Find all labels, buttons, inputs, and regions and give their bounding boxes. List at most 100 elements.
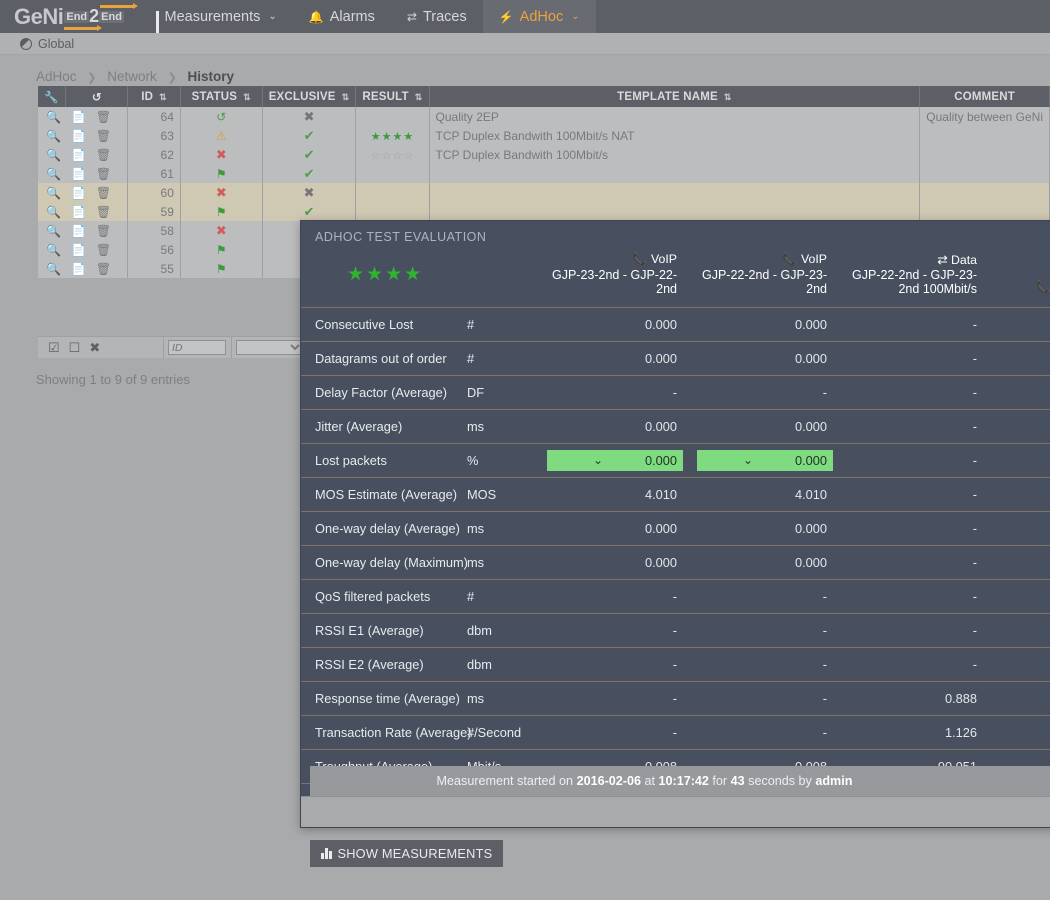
copy-icon[interactable]: 📄 (71, 186, 86, 200)
column-header-exclusive[interactable]: EXCLUSIVE ⇅ (262, 86, 357, 107)
view-icon[interactable]: 🔍 (46, 186, 61, 200)
copy-icon[interactable]: 📄 (71, 224, 86, 238)
metric-value: 0.000 (537, 307, 688, 342)
column-header-tools[interactable]: 🔧 (38, 86, 67, 107)
column-header-comment[interactable]: COMMENT (919, 86, 1050, 107)
metric-value[interactable]: ⌄ 0.000 (687, 443, 838, 478)
nav-item-alarms[interactable]: 🔔 Alarms (293, 0, 391, 33)
row-actions[interactable]: 🔍 📄 🗑 (38, 183, 129, 202)
delete-icon[interactable]: 🗑 (96, 262, 111, 276)
adhoc-test-evaluation-modal: ADHOC TEST EVALUATION ★★★★ 📞 VoIP GJP-23… (300, 220, 1050, 828)
table-entry-count: Showing 1 to 9 of 9 entries (36, 372, 190, 387)
measurement-info-footer: Measurement started on 2016-02-06 at 10:… (310, 766, 1050, 796)
chevron-down-icon[interactable]: ⌄ (743, 453, 753, 467)
deselect-all-icon[interactable]: ☐ (69, 340, 81, 356)
exclusive-check-icon: ✔ (303, 203, 315, 219)
metric-unit: dbm (467, 613, 538, 648)
row-actions[interactable]: 🔍 📄 🗑 (38, 259, 129, 278)
view-icon[interactable]: 🔍 (46, 205, 61, 219)
view-icon[interactable]: 🔍 (46, 129, 61, 143)
delete-icon[interactable]: 🗑 (96, 186, 111, 200)
metric-value (987, 307, 1050, 342)
filter-status-select[interactable] (236, 340, 304, 355)
metric-value-highlighted[interactable]: ⌄ 0.000 (547, 450, 684, 471)
metric-value: - (537, 579, 688, 614)
metric-value: 0.000 (687, 307, 838, 342)
cell-id: 59 (127, 202, 181, 221)
breadcrumb-item-adhoc[interactable]: AdHoc (36, 69, 77, 84)
metric-column-header-1: 📞 VoIP GJP-23-2nd - GJP-22-2nd (537, 244, 688, 308)
metric-column-header-4: 📞 (987, 244, 1050, 308)
column-header-result[interactable]: RESULT ⇅ (355, 86, 430, 107)
app-logo[interactable]: GeNi End 2 End (0, 0, 140, 33)
metric-label: Transaction Rate (Average) (301, 715, 471, 750)
nav-item-traces[interactable]: ⇄ Traces (391, 0, 483, 33)
table-row[interactable]: 🔍 📄 🗑 60 ✖ ✖ (38, 183, 1050, 202)
copy-icon[interactable]: 📄 (71, 148, 86, 162)
table-row[interactable]: 🔍 📄 🗑 61 ⚑ ✔ (38, 164, 1050, 183)
column-header-template-name[interactable]: TEMPLATE NAME ⇅ (429, 86, 921, 107)
delete-icon[interactable]: 🗑 (96, 167, 111, 181)
view-icon[interactable]: 🔍 (46, 167, 61, 181)
delete-icon[interactable]: 🗑 (96, 148, 111, 162)
table-row[interactable]: 🔍 📄 🗑 62 ✖ ✔ ☆☆☆☆ TCP Duplex Bandwith 100Mbit/s (38, 145, 1050, 164)
result-stars: ☆☆☆☆ (370, 149, 415, 162)
table-row[interactable]: 🔍 📄 🗑 63 ⚠ ✔ ★★★★ TCP Duplex Bandwith 100Mbit/s… (38, 126, 1050, 145)
cell-exclusive: ✔ (262, 164, 357, 183)
metric-row: QoS filtered packets # - - - (301, 579, 1050, 614)
column-header-refresh[interactable]: ↺ (65, 86, 129, 107)
metric-unit: ms (467, 545, 538, 580)
delete-icon[interactable]: 🗑 (96, 129, 111, 143)
row-actions[interactable]: 🔍 📄 🗑 (38, 164, 129, 183)
chevron-down-icon[interactable]: ⌄ (593, 453, 603, 467)
select-all-icon[interactable]: ☑ (48, 340, 60, 356)
metric-unit: DF (467, 375, 538, 410)
evaluation-metrics-body: Consecutive Lost #0.000 0.000- Datagrams ou… (301, 307, 1050, 784)
metric-row: RSSI E2 (Average) dbm - - - (301, 647, 1050, 682)
nav-item-adhoc[interactable]: ⚡ AdHoc ⌄ (482, 0, 596, 33)
copy-icon[interactable]: 📄 (71, 205, 86, 219)
row-actions[interactable]: 🔍 📄 🗑 (38, 107, 129, 126)
cell-exclusive: ✔ (262, 126, 357, 145)
status-refresh-icon: ↺ (216, 109, 227, 124)
clear-filter-icon[interactable]: ✖ (89, 340, 100, 356)
metric-value-highlighted[interactable]: ⌄ 0.000 (697, 450, 834, 471)
metric-value (987, 375, 1050, 410)
cell-result (355, 164, 430, 183)
view-icon[interactable]: 🔍 (46, 110, 61, 124)
show-measurements-button[interactable]: SHOW MEASUREMENTS (310, 840, 504, 867)
metric-unit: ms (467, 409, 538, 444)
metric-value[interactable]: ⌄ 0.000 (537, 443, 688, 478)
breadcrumb-item-history[interactable]: History (188, 69, 235, 84)
view-icon[interactable]: 🔍 (46, 224, 61, 238)
column-header-id[interactable]: ID ⇅ (127, 86, 181, 107)
copy-icon[interactable]: 📄 (71, 262, 86, 276)
copy-icon[interactable]: 📄 (71, 167, 86, 181)
table-row[interactable]: 🔍 📄 🗑 64 ↺ ✖ Quality 2EP Quality between GeNi (38, 107, 1050, 126)
column-header-status[interactable]: STATUS ⇅ (180, 86, 263, 107)
breadcrumb-item-network[interactable]: Network (107, 69, 157, 84)
view-icon[interactable]: 🔍 (46, 262, 61, 276)
copy-icon[interactable]: 📄 (71, 110, 86, 124)
delete-icon[interactable]: 🗑 (96, 243, 111, 257)
metric-value (987, 647, 1050, 682)
nav-item-measurements[interactable]: Measurements ⌄ (140, 0, 293, 36)
copy-icon[interactable]: 📄 (71, 243, 86, 257)
table-row[interactable]: 🔍 📄 🗑 59 ⚑ ✔ (38, 202, 1050, 221)
delete-icon[interactable]: 🗑 (96, 205, 111, 219)
row-actions[interactable]: 🔍 📄 🗑 (38, 240, 129, 259)
row-actions[interactable]: 🔍 📄 🗑 (38, 202, 129, 221)
global-scope-bar[interactable]: Global (0, 33, 1050, 55)
row-actions[interactable]: 🔍 📄 🗑 (38, 126, 129, 145)
delete-icon[interactable]: 🗑 (96, 224, 111, 238)
view-icon[interactable]: 🔍 (46, 148, 61, 162)
row-actions[interactable]: 🔍 📄 🗑 (38, 145, 129, 164)
delete-icon[interactable]: 🗑 (96, 110, 111, 124)
row-actions[interactable]: 🔍 📄 🗑 (38, 221, 129, 240)
copy-icon[interactable]: 📄 (71, 129, 86, 143)
metric-value: - (837, 341, 988, 376)
cell-template-name (429, 202, 921, 221)
metric-column-header-2: 📞 VoIP GJP-22-2nd - GJP-23-2nd (687, 244, 838, 308)
view-icon[interactable]: 🔍 (46, 243, 61, 257)
filter-id-input[interactable] (168, 340, 226, 355)
